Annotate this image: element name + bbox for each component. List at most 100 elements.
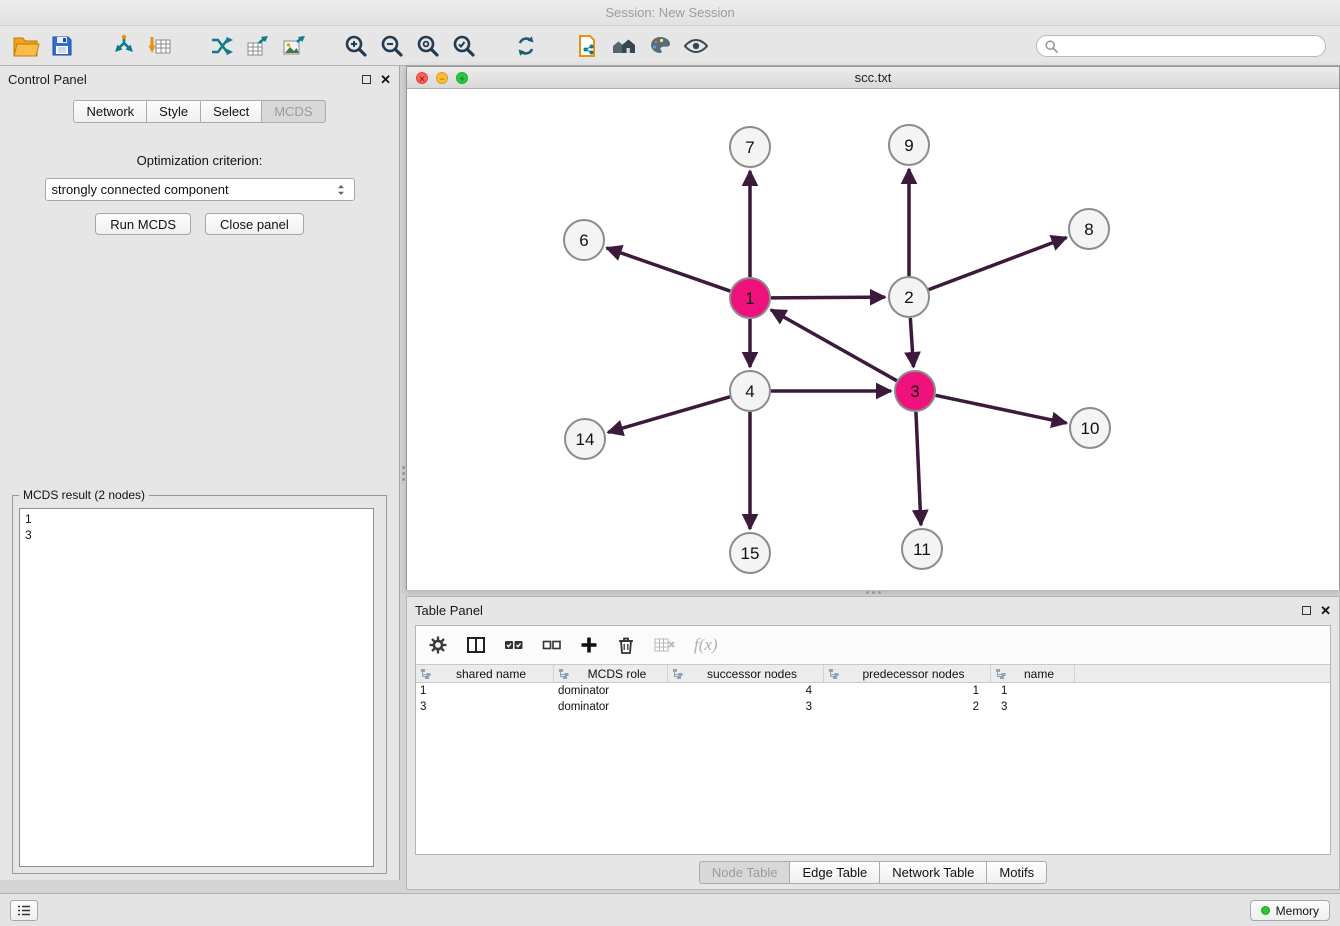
- import-table-button[interactable]: [142, 29, 178, 63]
- tab-select[interactable]: Select: [200, 100, 262, 123]
- criterion-dropdown-value: strongly connected component: [52, 182, 334, 197]
- run-mcds-button[interactable]: Run MCDS: [95, 213, 191, 235]
- mcds-result-title: MCDS result (2 nodes): [19, 488, 149, 502]
- graph-edge-2-8[interactable]: [929, 237, 1067, 289]
- graph-node-11[interactable]: 11: [902, 529, 942, 569]
- graph-node-10[interactable]: 10: [1070, 408, 1110, 448]
- float-panel-icon[interactable]: [362, 75, 371, 84]
- close-panel-icon[interactable]: ✕: [380, 73, 391, 86]
- column-type-icon: [995, 668, 1006, 679]
- save-session-button[interactable]: [44, 29, 80, 63]
- zoom-selected-icon: [452, 34, 476, 58]
- table-cell: 3: [668, 699, 824, 715]
- deselect-all-rows-button[interactable]: [542, 637, 562, 653]
- close-panel-button[interactable]: Close panel: [205, 213, 304, 235]
- table-tab-edge-table[interactable]: Edge Table: [789, 861, 880, 884]
- optimization-criterion-label: Optimization criterion:: [0, 153, 399, 168]
- import-network-button[interactable]: [106, 29, 142, 63]
- search-input[interactable]: [1063, 39, 1317, 53]
- tab-mcds[interactable]: MCDS: [261, 100, 325, 123]
- refresh-button[interactable]: [508, 29, 544, 63]
- search-icon: [1045, 40, 1058, 53]
- column-header-shared-name[interactable]: shared name: [416, 665, 554, 682]
- show-hide-button[interactable]: [678, 29, 714, 63]
- graph-node-14[interactable]: 14: [565, 419, 605, 459]
- column-type-icon: [828, 668, 839, 679]
- close-table-panel-icon[interactable]: ✕: [1320, 604, 1331, 617]
- column-header-successor-nodes[interactable]: successor nodes: [668, 665, 824, 682]
- column-header-name[interactable]: name: [991, 665, 1075, 682]
- new-network-button[interactable]: [204, 29, 240, 63]
- column-header-MCDS-role[interactable]: MCDS role: [554, 665, 668, 682]
- table-settings-button[interactable]: [428, 635, 448, 655]
- eye-icon: [683, 35, 709, 57]
- float-table-panel-icon[interactable]: [1302, 606, 1311, 615]
- table-row[interactable]: 3dominator323: [416, 699, 1330, 715]
- refresh-icon: [514, 34, 538, 58]
- zoom-out-icon: [380, 34, 404, 58]
- status-menu-button[interactable]: [10, 900, 38, 921]
- graph-node-2[interactable]: 2: [889, 277, 929, 317]
- graph-node-7[interactable]: 7: [730, 127, 770, 167]
- criterion-dropdown[interactable]: strongly connected component: [45, 178, 355, 201]
- tab-network[interactable]: Network: [73, 100, 147, 123]
- graph-node-3[interactable]: 3: [895, 371, 935, 411]
- memory-button[interactable]: Memory: [1250, 900, 1330, 921]
- table-tab-node-table[interactable]: Node Table: [699, 861, 791, 884]
- graph-node-9[interactable]: 9: [889, 125, 929, 165]
- share-document-button[interactable]: [570, 29, 606, 63]
- table-tab-network-table[interactable]: Network Table: [879, 861, 987, 884]
- network-arrows-icon: [210, 34, 234, 58]
- network-window-titlebar[interactable]: scc.txt ✕ − +: [407, 67, 1339, 89]
- delete-column-button[interactable]: [616, 635, 636, 655]
- graph-edge-4-14[interactable]: [608, 397, 730, 432]
- table-toolbar: f(x): [416, 626, 1330, 664]
- graph-node-1[interactable]: 1: [730, 278, 770, 318]
- add-column-button[interactable]: [580, 636, 598, 654]
- zoom-in-button[interactable]: [338, 29, 374, 63]
- minimize-window-button[interactable]: −: [436, 72, 448, 84]
- svg-text:14: 14: [576, 430, 595, 449]
- import-table-icon: [148, 34, 172, 58]
- graph-node-6[interactable]: 6: [564, 220, 604, 260]
- control-panel-header: Control Panel ✕: [0, 66, 399, 92]
- column-header-predecessor-nodes[interactable]: predecessor nodes: [824, 665, 991, 682]
- style-palette-button[interactable]: [642, 29, 678, 63]
- memory-button-label: Memory: [1276, 904, 1319, 918]
- network-canvas[interactable]: 7 9 6 8 1 2 4 3 14 10 15 11: [407, 89, 1339, 590]
- graph-edge-1-2[interactable]: [771, 297, 885, 298]
- svg-text:9: 9: [904, 136, 913, 155]
- table-row[interactable]: 1dominator411: [416, 683, 1330, 699]
- zoom-selected-button[interactable]: [446, 29, 482, 63]
- mcds-result-list[interactable]: 1 3: [19, 508, 374, 867]
- open-file-button[interactable]: [8, 29, 44, 63]
- graph-edge-1-6[interactable]: [607, 248, 731, 291]
- zoom-fit-button[interactable]: [410, 29, 446, 63]
- graph-node-4[interactable]: 4: [730, 371, 770, 411]
- select-all-rows-button[interactable]: [504, 637, 524, 653]
- graph-edge-3-1[interactable]: [771, 310, 897, 381]
- toolbar-search[interactable]: [1036, 35, 1326, 57]
- table-body: 1dominator4113dominator323: [416, 683, 1330, 715]
- graph-node-8[interactable]: 8: [1069, 209, 1109, 249]
- graph-node-15[interactable]: 15: [730, 533, 770, 573]
- graph-edge-3-11[interactable]: [916, 412, 921, 525]
- svg-text:4: 4: [745, 382, 754, 401]
- export-image-button[interactable]: [276, 29, 312, 63]
- maximize-window-button[interactable]: +: [456, 72, 468, 84]
- table-cell: 1: [416, 683, 554, 699]
- window-titlebar: Session: New Session: [0, 0, 1340, 26]
- show-columns-button[interactable]: [466, 636, 486, 654]
- save-floppy-icon: [51, 35, 73, 57]
- plus-icon: [580, 636, 598, 654]
- horizontal-splitter[interactable]: [860, 589, 886, 595]
- export-image-icon: [282, 34, 306, 58]
- zoom-out-button[interactable]: [374, 29, 410, 63]
- home-button[interactable]: [606, 29, 642, 63]
- table-tab-motifs[interactable]: Motifs: [986, 861, 1047, 884]
- graph-edge-2-3[interactable]: [910, 318, 913, 367]
- export-table-button[interactable]: [240, 29, 276, 63]
- close-window-button[interactable]: ✕: [416, 72, 428, 84]
- graph-edge-3-10[interactable]: [936, 395, 1067, 423]
- tab-style[interactable]: Style: [146, 100, 201, 123]
